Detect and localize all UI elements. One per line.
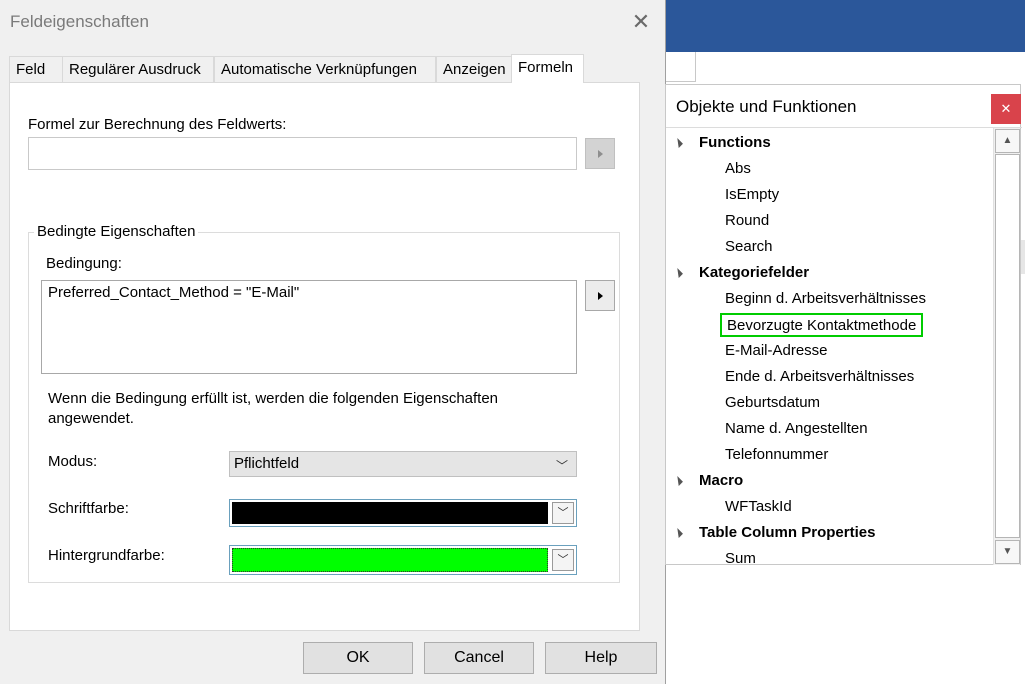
close-icon[interactable]: ✕ [628, 10, 654, 36]
tab-display[interactable]: Anzeigen [436, 56, 512, 82]
ok-button[interactable]: OK [303, 642, 413, 674]
background-color-picker[interactable]: ﹀ [229, 545, 577, 575]
objects-pane-close-button[interactable]: ✕ [991, 94, 1021, 124]
expanded-arrow-icon [673, 528, 683, 538]
formula-input[interactable] [28, 137, 577, 170]
tab-feld[interactable]: Feld [9, 56, 63, 82]
objects-functions-pane: Objekte und Funktionen ✕ Functions Abs I… [665, 84, 1022, 565]
expanded-arrow-icon [673, 268, 683, 278]
ribbon-bar [666, 0, 1025, 52]
mode-value: Pflichtfeld [234, 455, 300, 472]
scroll-thumb[interactable] [995, 154, 1020, 538]
mode-label: Modus: [48, 453, 98, 470]
tab-regular-expression[interactable]: Regulärer Ausdruck [62, 56, 214, 82]
scroll-up-icon[interactable]: ▲ [995, 129, 1020, 153]
tab-formulas[interactable]: Formeln [511, 54, 584, 83]
chevron-down-icon: ﹀ [555, 459, 568, 473]
expanded-arrow-icon [673, 476, 683, 486]
chevron-down-icon[interactable]: ﹀ [552, 549, 574, 571]
condition-insert-button[interactable] [585, 280, 615, 311]
objects-pane-title: Objekte und Funktionen [676, 97, 857, 116]
formula-insert-button[interactable] [585, 138, 615, 169]
font-color-swatch [232, 502, 548, 524]
expanded-arrow-icon [673, 138, 683, 148]
chevron-down-icon[interactable]: ﹀ [552, 502, 574, 524]
condition-textarea[interactable]: Preferred_Contact_Method = "E-Mail" [41, 280, 577, 374]
close-icon: ✕ [1000, 101, 1012, 116]
condition-info-text: Wenn die Bedingung erfüllt ist, werden d… [48, 390, 499, 427]
font-color-label: Schriftfarbe: [48, 500, 129, 517]
play-icon [598, 292, 603, 300]
conditional-properties-legend: Bedingte Eigenschaften [34, 223, 199, 240]
background-color-swatch [232, 548, 548, 572]
field-properties-dialog: Feldeigenschaften ✕ Feld Regulärer Ausdr… [0, 0, 666, 684]
scrollbar[interactable]: ▲ ▼ [993, 128, 1020, 565]
background-tab [666, 52, 696, 82]
objects-tree: Functions Abs IsEmpty Round Search Kateg… [666, 128, 993, 565]
formula-label: Formel zur Berechnung des Feldwerts: [28, 116, 287, 133]
mode-select[interactable]: Pflichtfeld ﹀ [229, 451, 577, 477]
condition-label: Bedingung: [46, 255, 122, 272]
cancel-button[interactable]: Cancel [424, 642, 534, 674]
dialog-title: Feldeigenschaften [10, 12, 149, 31]
scroll-down-icon[interactable]: ▼ [995, 540, 1020, 564]
play-icon [598, 150, 603, 158]
font-color-picker[interactable]: ﹀ [229, 499, 577, 527]
background-color-label: Hintergrundfarbe: [48, 547, 165, 564]
tab-automatic-links[interactable]: Automatische Verknüpfungen [214, 56, 436, 82]
help-button[interactable]: Help [545, 642, 657, 674]
